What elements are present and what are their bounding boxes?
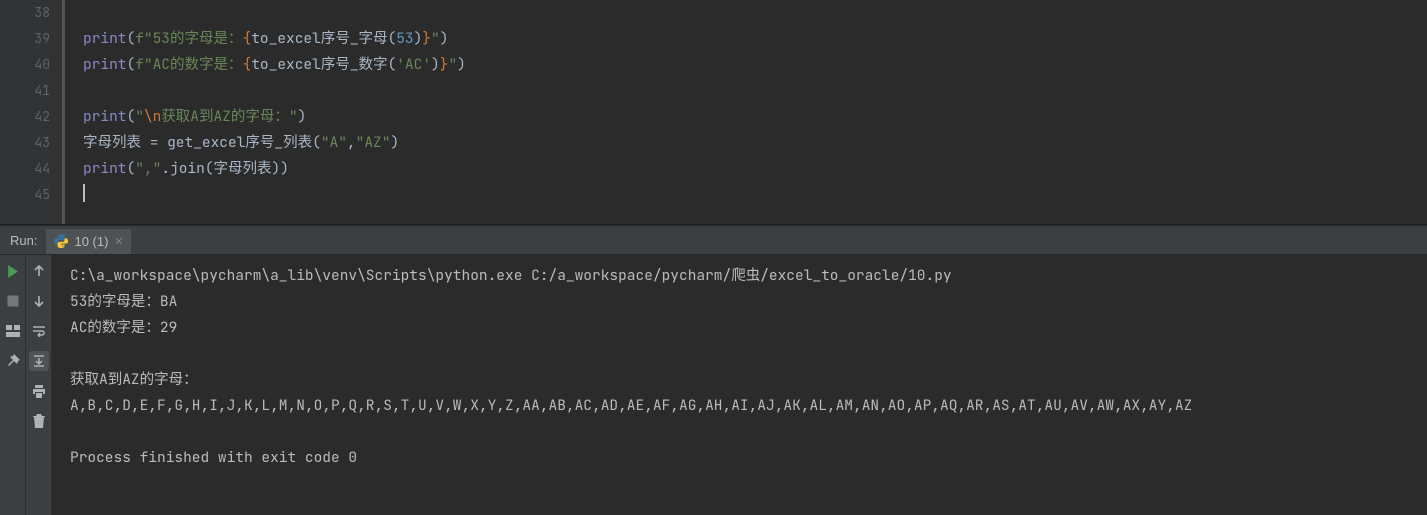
console-line [70,341,1417,367]
rerun-button[interactable] [3,261,23,281]
layout-button[interactable] [3,321,23,341]
console-line: C:\a_workspace\pycharm\a_lib\venv\Script… [70,263,1417,289]
print-button[interactable] [29,381,49,401]
run-tool-window: Run: 10 (1) × [0,225,1427,515]
play-icon [6,265,19,278]
line-number-gutter: 3839404142434445 [0,0,62,224]
scroll-to-end-icon [32,355,46,367]
run-tab-active[interactable]: 10 (1) × [46,227,131,254]
up-button[interactable] [29,261,49,281]
run-label: Run: [4,233,46,248]
line-number: 40 [0,52,50,78]
line-number: 45 [0,182,50,208]
code-line[interactable] [83,78,1427,104]
run-tab-label: 10 (1) [74,234,108,249]
down-arrow-icon [33,295,45,307]
stop-icon [7,295,19,307]
pin-icon [6,354,20,368]
code-line[interactable]: print("\n获取A到AZ的字母：") [83,104,1427,130]
code-content[interactable]: print(f"53的字母是：{to_excel序号_字母(53)}")prin… [65,0,1427,208]
up-arrow-icon [33,265,45,277]
pin-button[interactable] [3,351,23,371]
line-number: 44 [0,156,50,182]
code-line[interactable] [83,182,1427,208]
code-editor[interactable]: 3839404142434445 print(f"53的字母是：{to_exce… [0,0,1427,225]
console-line: AC的数字是：29 [70,315,1417,341]
run-left-toolbar-primary [0,255,26,515]
code-line[interactable]: print(",".join(字母列表)) [83,156,1427,182]
trash-icon [33,414,45,428]
console-line: A,B,C,D,E,F,G,H,I,J,K,L,M,N,O,P,Q,R,S,T,… [70,393,1417,419]
run-left-toolbar-secondary [26,255,52,515]
run-tabs-bar: Run: 10 (1) × [0,226,1427,255]
softwrap-button[interactable] [29,321,49,341]
console-line: Process finished with exit code 0 [70,445,1417,471]
layout-icon [6,325,20,337]
console-line: 53的字母是：BA [70,289,1417,315]
line-number: 41 [0,78,50,104]
down-button[interactable] [29,291,49,311]
text-caret [83,184,85,202]
print-icon [32,385,46,398]
code-line[interactable]: print(f"53的字母是：{to_excel序号_字母(53)}") [83,26,1427,52]
scroll-to-end-button[interactable] [29,351,49,371]
console-output[interactable]: C:\a_workspace\pycharm\a_lib\venv\Script… [52,255,1427,515]
console-line: 获取A到AZ的字母： [70,367,1417,393]
clear-button[interactable] [29,411,49,431]
python-file-icon [54,234,68,248]
softwrap-icon [32,325,46,337]
line-number: 43 [0,130,50,156]
line-number: 39 [0,26,50,52]
code-line[interactable]: print(f"AC的数字是：{to_excel序号_数字('AC')}") [83,52,1427,78]
line-number: 42 [0,104,50,130]
close-icon[interactable]: × [114,234,123,249]
code-line[interactable] [83,0,1427,26]
line-number: 38 [0,0,50,26]
stop-button[interactable] [3,291,23,311]
code-line[interactable]: 字母列表 = get_excel序号_列表("A","AZ") [83,130,1427,156]
console-line [70,419,1417,445]
